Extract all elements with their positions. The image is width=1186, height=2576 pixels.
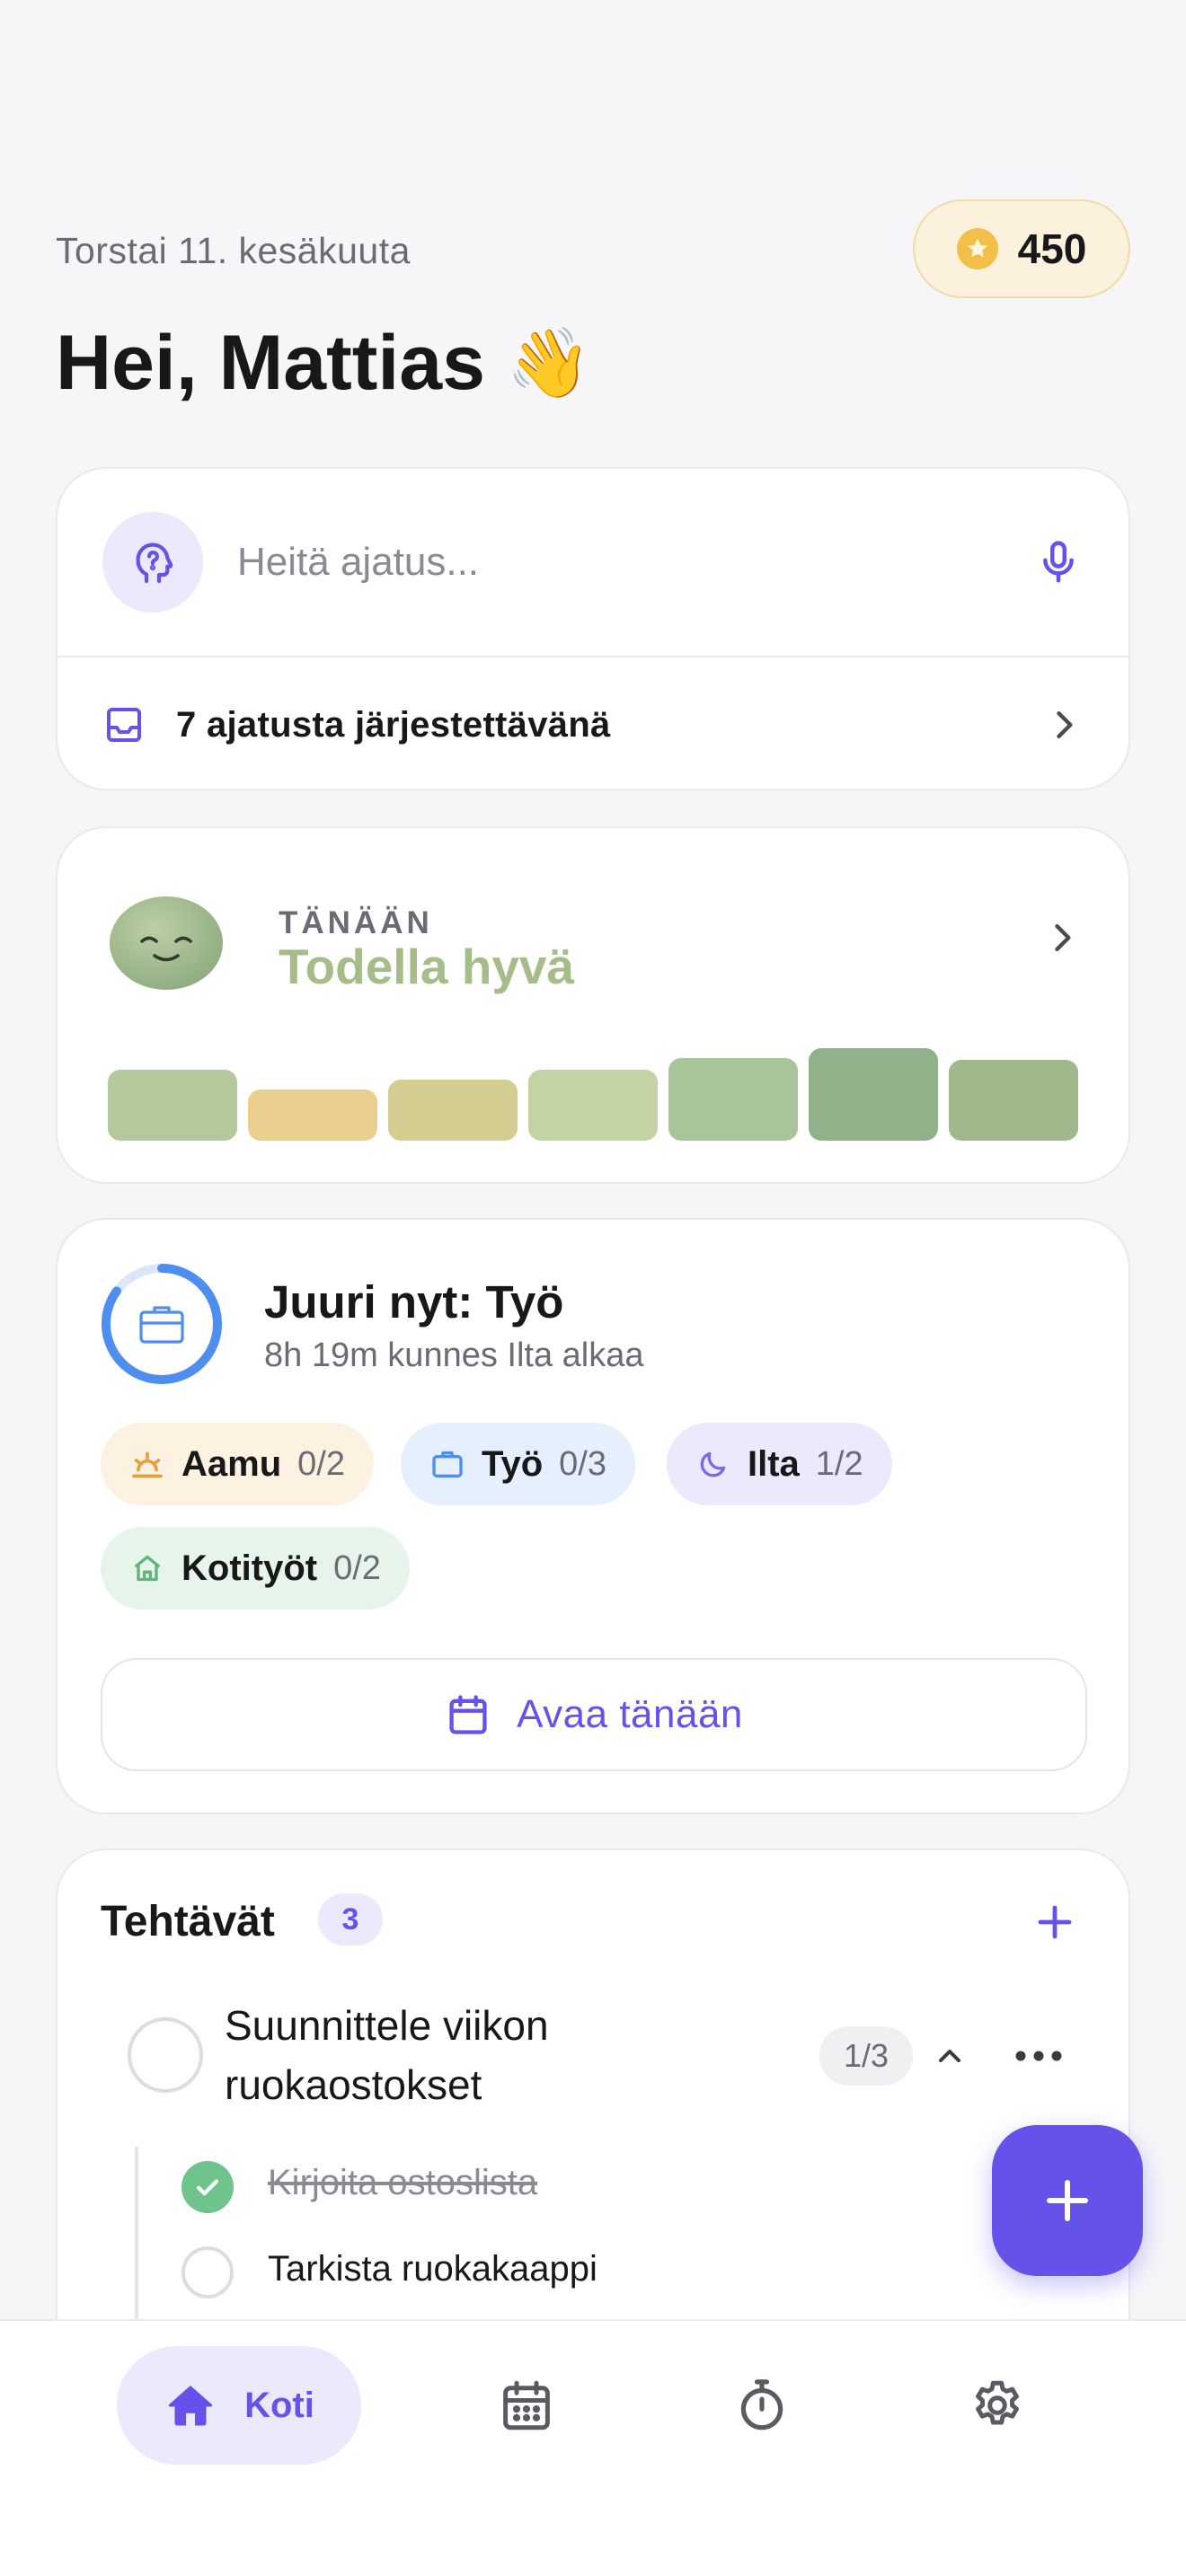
calendar-grid-icon bbox=[503, 2380, 550, 2430]
mood-week-bars bbox=[108, 1042, 1078, 1141]
inbox-label: 7 ajatusta järjestettävänä bbox=[176, 704, 611, 745]
waving-hand-icon: 👋 bbox=[506, 324, 592, 401]
greeting-heading: Hei, Mattias 👋 bbox=[56, 319, 592, 408]
inbox-row[interactable]: 7 ajatusta järjestettävänä bbox=[58, 657, 1128, 789]
tasks-count-badge: 3 bbox=[318, 1893, 383, 1945]
moon-icon bbox=[700, 1451, 726, 1478]
chip-aamu[interactable]: Aamu 0/2 bbox=[101, 1423, 374, 1505]
mood-day-bar bbox=[949, 1060, 1078, 1141]
mood-value: Todella hyvä bbox=[279, 939, 575, 994]
microphone-icon bbox=[1043, 541, 1074, 583]
bottom-navigation: Koti bbox=[0, 2319, 1186, 2576]
date-label: Torstai 11. kesäkuuta bbox=[56, 230, 411, 271]
capture-card: 7 ajatusta järjestettävänä bbox=[56, 467, 1130, 790]
mood-day-bar bbox=[668, 1058, 798, 1141]
mood-day-bar bbox=[108, 1070, 237, 1141]
chevron-up-icon bbox=[939, 2050, 960, 2062]
briefcase-icon bbox=[432, 1451, 463, 1478]
chip-ilta[interactable]: Ilta 1/2 bbox=[667, 1423, 892, 1505]
subtask-title[interactable]: Kirjoita ostoslista bbox=[268, 2163, 537, 2203]
chip-name: Ilta bbox=[748, 1443, 800, 1484]
nav-calendar[interactable] bbox=[467, 2346, 586, 2465]
mood-kicker: TÄNÄÄN bbox=[279, 905, 433, 940]
mood-card[interactable]: TÄNÄÄN Todella hyvä bbox=[56, 826, 1130, 1184]
subtask-title[interactable]: Tarkista ruokakaappi bbox=[268, 2249, 597, 2289]
checkmark-icon bbox=[196, 2179, 219, 2196]
add-fab-button[interactable] bbox=[992, 2125, 1143, 2276]
star-icon bbox=[956, 228, 998, 269]
nav-home-label: Koti bbox=[244, 2385, 314, 2425]
plus-icon bbox=[1038, 1905, 1072, 1939]
chip-name: Kotityöt bbox=[181, 1548, 318, 1588]
mood-day-bar bbox=[388, 1080, 518, 1141]
home-icon bbox=[168, 2386, 213, 2426]
tasks-title: Tehtävät bbox=[101, 1898, 275, 1945]
calendar-icon bbox=[449, 1695, 487, 1734]
brain-question-icon bbox=[136, 543, 173, 584]
nav-timer[interactable] bbox=[703, 2346, 821, 2465]
chip-count: 1/2 bbox=[815, 1444, 863, 1483]
points-badge[interactable]: 450 bbox=[913, 199, 1130, 298]
chip-kotityot[interactable]: Kotityöt 0/2 bbox=[101, 1527, 410, 1610]
chevron-right-icon bbox=[1057, 710, 1073, 739]
chip-count: 0/3 bbox=[559, 1444, 606, 1483]
chip-count: 0/2 bbox=[333, 1548, 381, 1587]
house-icon bbox=[134, 1555, 161, 1582]
inbox-icon bbox=[107, 708, 141, 742]
more-horizontal-icon bbox=[1015, 2051, 1062, 2061]
capture-row bbox=[58, 469, 1128, 656]
home-screen: Torstai 11. kesäkuuta 450 Hei, Mattias 👋 bbox=[0, 0, 1186, 2576]
mood-day-bar bbox=[528, 1070, 658, 1141]
current-block-card: Juuri nyt: Työ 8h 19m kunnes Ilta alkaa … bbox=[56, 1218, 1130, 1814]
open-today-label: Avaa tänään bbox=[517, 1692, 743, 1736]
block-progress-ring bbox=[99, 1261, 225, 1387]
open-today-button[interactable]: Avaa tänään bbox=[101, 1658, 1087, 1771]
stopwatch-icon bbox=[740, 2379, 783, 2430]
points-value: 450 bbox=[1017, 225, 1087, 272]
microphone-button[interactable] bbox=[1022, 526, 1094, 598]
brain-button[interactable] bbox=[102, 512, 203, 613]
chip-count: 0/2 bbox=[297, 1444, 345, 1483]
nav-settings[interactable] bbox=[938, 2346, 1057, 2465]
nav-home[interactable]: Koti bbox=[117, 2346, 361, 2465]
subtask-progress-badge: 1/3 bbox=[819, 2026, 913, 2086]
briefcase-icon bbox=[139, 1306, 184, 1344]
task-title[interactable]: Suunnittele viikon ruokaostokset bbox=[225, 1996, 674, 2114]
task-checkbox[interactable] bbox=[128, 2017, 203, 2093]
capture-input[interactable] bbox=[237, 540, 1022, 585]
chevron-right-icon bbox=[1055, 923, 1071, 952]
task-more-button[interactable] bbox=[1003, 2028, 1075, 2084]
mood-day-bar bbox=[248, 1090, 377, 1141]
chip-tyo[interactable]: Työ 0/3 bbox=[401, 1423, 635, 1505]
add-task-button[interactable] bbox=[1022, 1890, 1087, 1954]
sunrise-icon bbox=[132, 1451, 163, 1478]
mood-face-icon bbox=[110, 896, 223, 990]
plus-icon bbox=[1047, 2180, 1088, 2221]
mood-day-bar bbox=[809, 1048, 938, 1141]
collapse-subtasks-button[interactable] bbox=[922, 2028, 978, 2084]
chip-name: Aamu bbox=[181, 1443, 282, 1484]
subtask-checkbox-checked[interactable] bbox=[181, 2161, 234, 2213]
gear-icon bbox=[976, 2380, 1019, 2425]
chip-name: Työ bbox=[482, 1443, 544, 1484]
current-block-title: Juuri nyt: Työ bbox=[264, 1276, 564, 1328]
greeting-text: Hei, Mattias bbox=[56, 320, 485, 406]
current-block-subtitle: 8h 19m kunnes Ilta alkaa bbox=[264, 1337, 644, 1374]
subtask-checkbox[interactable] bbox=[181, 2246, 234, 2298]
